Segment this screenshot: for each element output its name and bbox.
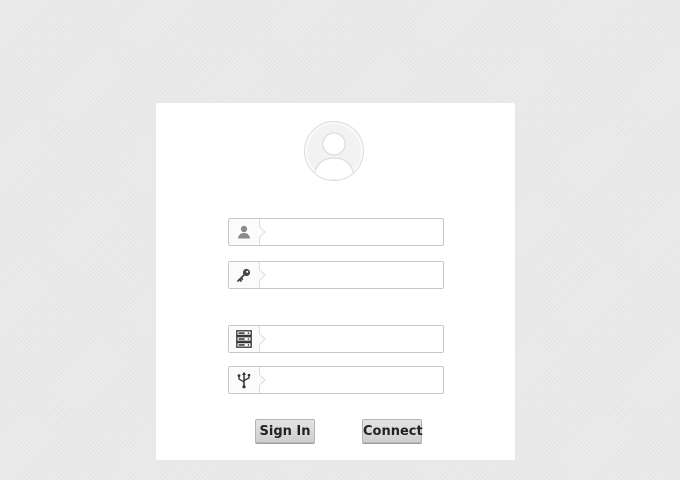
port-addon [229, 367, 260, 393]
key-icon [237, 268, 251, 282]
username-addon [229, 219, 260, 245]
server-field [228, 325, 444, 353]
usb-icon [237, 371, 251, 389]
server-addon [229, 326, 260, 352]
password-addon [229, 262, 260, 288]
password-input[interactable] [265, 262, 439, 288]
connect-button[interactable]: Connect [362, 419, 423, 443]
port-input[interactable] [265, 367, 439, 393]
sign-in-button[interactable]: Sign In [255, 419, 315, 443]
server-input[interactable] [265, 326, 439, 352]
username-input[interactable] [265, 219, 439, 245]
server-icon [236, 330, 252, 348]
avatar-placeholder-icon [304, 121, 364, 181]
password-field [228, 261, 444, 289]
username-field [228, 218, 444, 246]
port-field [228, 366, 444, 394]
login-card: Sign In Connect [156, 103, 515, 460]
user-icon [238, 225, 250, 239]
